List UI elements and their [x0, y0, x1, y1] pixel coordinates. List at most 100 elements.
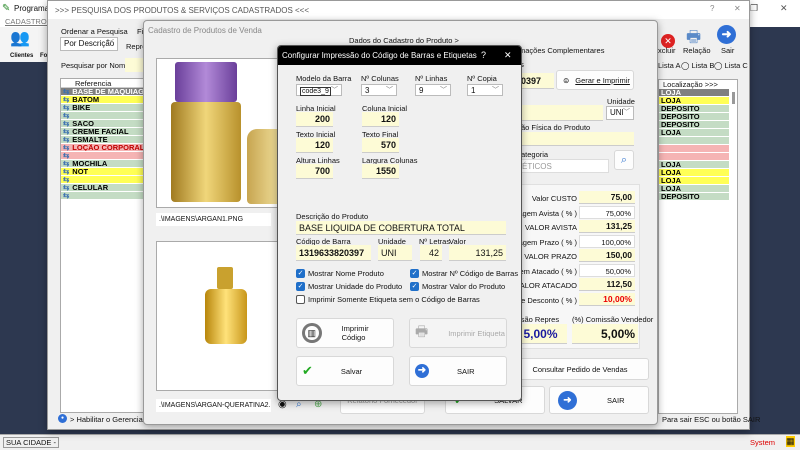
linhas-select[interactable]: 9 ﹀ — [415, 84, 451, 96]
letras-field[interactable]: 42 — [420, 245, 442, 261]
check-mostrar-nome[interactable]: ✓ Mostrar Nome Produto — [296, 269, 384, 278]
price-field[interactable]: 150,00 — [579, 249, 635, 262]
order-select[interactable]: Por Descrição ﹀ — [60, 37, 118, 51]
scrollbar-thumb[interactable] — [732, 92, 735, 104]
exit-arrow-icon: ➜ — [415, 364, 429, 378]
search-input[interactable] — [125, 58, 145, 72]
table-row-location[interactable]: DEPOSITO — [659, 105, 729, 113]
table-row[interactable]: ⇆ — [61, 152, 149, 160]
table-row-location[interactable]: LOJA — [659, 169, 729, 177]
table-row[interactable]: ⇆ ESMALTE — [61, 136, 149, 144]
table-row-location[interactable]: LOJA — [659, 185, 729, 193]
image2-path[interactable]: .\IMAGENS\ARGAN-QUERATINA2.PN — [156, 399, 271, 412]
radio-lista-b[interactable]: ◯ Lista B — [681, 61, 714, 70]
codigo-field[interactable]: 1319633820397 — [296, 245, 371, 261]
toolbar-clientes[interactable]: Clientes — [10, 53, 33, 59]
categoria-field[interactable]: ÉTICOS — [521, 159, 609, 173]
imprimir-etiqueta-button[interactable]: 🖶 Imprimir Etiqueta — [409, 318, 507, 348]
table-row[interactable]: ⇆ SACO — [61, 120, 149, 128]
altura-field[interactable]: 700 — [296, 164, 333, 179]
search-close-icon[interactable]: ✕ — [734, 4, 741, 13]
radio-lista-c[interactable]: ◯ Lista C — [714, 61, 748, 70]
table-row-location[interactable]: LOJA — [659, 129, 729, 137]
descricao-field[interactable]: BASE LIQUIDA DE COBERTURA TOTAL — [296, 221, 506, 235]
price-field[interactable]: 50,00% — [579, 263, 635, 277]
modelo-select[interactable]: code3_9 ﹀ — [296, 84, 342, 96]
table-row[interactable]: ⇆ LOÇÃO CORPORAL — [61, 144, 149, 152]
fisica-field[interactable] — [521, 132, 634, 146]
texto-final-field[interactable]: 570 — [362, 138, 399, 153]
unidade-select[interactable]: UNI ﹀ — [606, 106, 634, 120]
table-row[interactable]: ⇆ — [61, 192, 149, 200]
dialog-salvar-button[interactable]: ✔ Salvar — [296, 356, 394, 386]
colunas-select[interactable]: 3 ﹀ — [361, 84, 397, 96]
price-field[interactable]: 100,00% — [579, 234, 635, 248]
image1-path[interactable]: .\IMAGENS\ARGAN1.PNG — [156, 213, 271, 226]
table-row-location[interactable]: LOJA — [659, 177, 729, 185]
table-row-location[interactable] — [659, 137, 729, 145]
table-row-location[interactable]: DEPOSITO — [659, 113, 729, 121]
table-row-location[interactable] — [659, 153, 729, 161]
sair-button[interactable]: ➜ SAIR — [549, 386, 649, 414]
row-icon: ⇆ — [63, 184, 70, 192]
table-row[interactable]: ⇆ BASE DE MAQUIAGE — [61, 88, 149, 96]
exit-button[interactable]: Sair — [721, 46, 734, 55]
dialog-help-icon[interactable]: ? — [481, 50, 486, 60]
categoria-search-button[interactable]: ⌕ — [614, 150, 634, 170]
report-button[interactable]: Relação — [683, 46, 711, 55]
price-field[interactable]: 10,00% — [579, 292, 635, 306]
barcode-field[interactable]: 0397 — [521, 73, 554, 89]
location-grid[interactable]: Localização >>> LOJA LOJA DEPOSITO DEPOSITO… — [658, 79, 738, 414]
help-icon[interactable]: ? — [710, 4, 714, 13]
table-row[interactable]: ⇆ BATOM — [61, 96, 149, 104]
salvar-label: Salvar — [340, 366, 363, 376]
description-field[interactable] — [521, 105, 603, 121]
table-row[interactable]: ⇆ BIKE — [61, 104, 149, 112]
menu-cadastros[interactable]: CADASTROS — [5, 17, 52, 26]
table-row-location[interactable] — [659, 145, 729, 153]
table-row[interactable]: ⇆ — [61, 112, 149, 120]
tab-dados[interactable]: Dados do Cadastro do Produto > — [349, 36, 459, 45]
check-mostrar-codigo[interactable]: ✓ Mostrar Nº Código de Barras — [410, 269, 518, 278]
texto-inicial-field[interactable]: 120 — [296, 138, 333, 153]
exit-arrow-icon[interactable]: ➜ — [717, 25, 736, 44]
coluna-inicial-field[interactable]: 120 — [362, 112, 399, 127]
check-mostrar-valor[interactable]: ✓ Mostrar Valor do Produto — [410, 282, 505, 291]
largura-field[interactable]: 1550 — [362, 164, 399, 179]
dialog-sair-button[interactable]: ➜ SAIR — [409, 356, 507, 386]
restore-icon[interactable]: ❐ — [750, 3, 758, 14]
main-close-icon[interactable]: ✕ — [780, 3, 788, 14]
imprimir-codigo-button[interactable]: ▥ Imprimir Código — [296, 318, 394, 348]
table-row-location[interactable]: LOJA — [659, 97, 729, 105]
table-row-location[interactable]: LOJA — [659, 89, 729, 97]
table-row-location[interactable]: LOJA — [659, 161, 729, 169]
price-field[interactable]: 75,00% — [579, 205, 635, 219]
table-row[interactable]: ⇆ CREME FACIAL — [61, 128, 149, 136]
valor-field[interactable]: 131,25 — [449, 245, 506, 261]
check-somente-etiqueta[interactable]: Imprimir Somente Etiqueta sem o Código d… — [296, 295, 480, 304]
unidade-field[interactable]: UNI — [378, 245, 412, 261]
barcode-icon: ▥ — [302, 323, 322, 343]
table-row[interactable]: ⇆ MOCHILA — [61, 160, 149, 168]
table-row-location[interactable]: DEPOSITO — [659, 193, 729, 201]
dialog-close-icon[interactable]: ✕ — [504, 50, 512, 61]
modelo-label: Modelo da Barra — [296, 74, 352, 83]
table-row-location[interactable]: DEPOSITO — [659, 121, 729, 129]
table-row[interactable]: ⇆ — [61, 176, 149, 184]
com-vendedor-field[interactable]: 5,00% — [572, 324, 638, 344]
product-grid[interactable]: Referencia ⇆ BASE DE MAQUIAGE ⇆ BATOM ⇆ BIKE ⇆… — [60, 78, 150, 413]
linha-inicial-field[interactable]: 200 — [296, 112, 333, 127]
check-mostrar-unidade[interactable]: ✓ Mostrar Unidade do Produto — [296, 282, 402, 291]
radio-habilitar[interactable]: ● — [58, 414, 67, 423]
price-field[interactable]: 131,25 — [579, 220, 635, 233]
price-field[interactable]: 75,00 — [579, 191, 635, 204]
gerar-imprimir-button[interactable]: ⊜ Gerar e Imprimir — [556, 70, 634, 90]
table-row[interactable]: ⇆ NOT — [61, 168, 149, 176]
price-field[interactable]: 112,50 — [579, 278, 635, 291]
table-row[interactable]: ⇆ CELULAR — [61, 184, 149, 192]
clients-icon[interactable]: 👥 — [10, 28, 30, 48]
consultar-pedido-button[interactable]: Consultar Pedido de Vendas — [511, 358, 649, 380]
copia-select[interactable]: 1 ﹀ — [467, 84, 503, 96]
radio-lista-a[interactable]: Lista A — [658, 61, 681, 70]
com-repres-field[interactable]: 5,00% — [517, 324, 567, 344]
